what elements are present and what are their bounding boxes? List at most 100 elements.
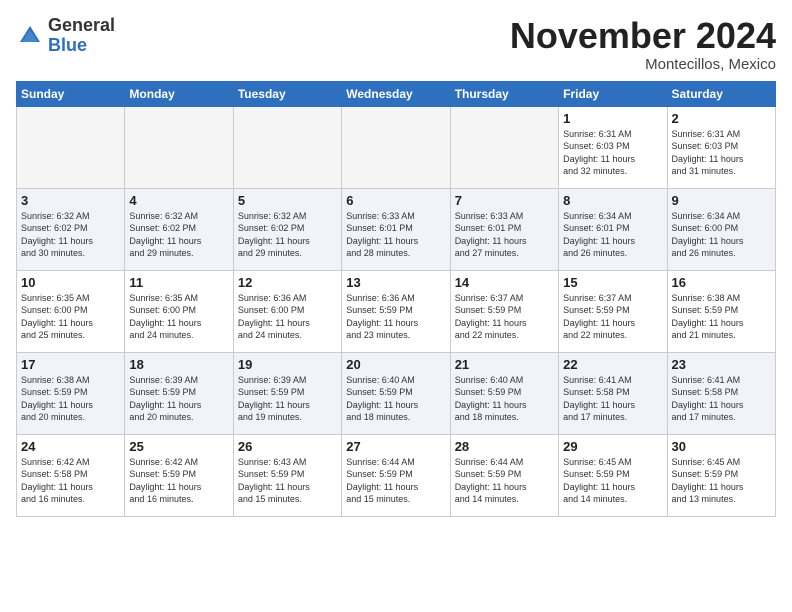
day-info: Sunrise: 6:36 AM Sunset: 5:59 PM Dayligh… [346,292,445,342]
day-info: Sunrise: 6:35 AM Sunset: 6:00 PM Dayligh… [129,292,228,342]
calendar-cell: 10 Sunrise: 6:35 AM Sunset: 6:00 PM Dayli… [17,270,125,352]
day-number: 30 [672,439,771,454]
day-number: 21 [455,357,554,372]
calendar-cell [233,106,341,188]
day-info: Sunrise: 6:31 AM Sunset: 6:03 PM Dayligh… [672,128,771,178]
title-block: November 2024 Montecillos, Mexico [510,16,776,73]
page-header: General Blue November 2024 Montecillos, … [16,16,776,73]
calendar-cell: 22 Sunrise: 6:41 AM Sunset: 5:58 PM Dayli… [559,352,667,434]
calendar-cell: 17 Sunrise: 6:38 AM Sunset: 5:59 PM Dayli… [17,352,125,434]
day-info: Sunrise: 6:39 AM Sunset: 5:59 PM Dayligh… [238,374,337,424]
day-number: 24 [21,439,120,454]
day-number: 2 [672,111,771,126]
calendar-week-row: 24 Sunrise: 6:42 AM Sunset: 5:58 PM Dayli… [17,434,776,516]
day-info: Sunrise: 6:34 AM Sunset: 6:01 PM Dayligh… [563,210,662,260]
day-info: Sunrise: 6:39 AM Sunset: 5:59 PM Dayligh… [129,374,228,424]
calendar-cell [342,106,450,188]
calendar-cell: 6Sunrise: 6:33 AM Sunset: 6:01 PM Daylig… [342,188,450,270]
calendar-cell: 4 Sunrise: 6:32 AM Sunset: 6:02 PM Daylig… [125,188,233,270]
day-info: Sunrise: 6:45 AM Sunset: 5:59 PM Dayligh… [672,456,771,506]
logo-icon [16,22,44,50]
header-row: SundayMondayTuesdayWednesdayThursdayFrid… [17,81,776,106]
col-header-wednesday: Wednesday [342,81,450,106]
col-header-tuesday: Tuesday [233,81,341,106]
day-number: 29 [563,439,662,454]
calendar-cell: 15 Sunrise: 6:37 AM Sunset: 5:59 PM Dayli… [559,270,667,352]
calendar-cell: 14 Sunrise: 6:37 AM Sunset: 5:59 PM Dayli… [450,270,558,352]
day-number: 5 [238,193,337,208]
day-info: Sunrise: 6:45 AM Sunset: 5:59 PM Dayligh… [563,456,662,506]
day-info: Sunrise: 6:35 AM Sunset: 6:00 PM Dayligh… [21,292,120,342]
day-info: Sunrise: 6:41 AM Sunset: 5:58 PM Dayligh… [563,374,662,424]
day-info: Sunrise: 6:33 AM Sunset: 6:01 PM Dayligh… [455,210,554,260]
calendar-week-row: 10 Sunrise: 6:35 AM Sunset: 6:00 PM Dayli… [17,270,776,352]
day-info: Sunrise: 6:37 AM Sunset: 5:59 PM Dayligh… [563,292,662,342]
day-number: 7 [455,193,554,208]
day-number: 10 [21,275,120,290]
calendar-cell [450,106,558,188]
calendar-week-row: 17 Sunrise: 6:38 AM Sunset: 5:59 PM Dayli… [17,352,776,434]
day-info: Sunrise: 6:38 AM Sunset: 5:59 PM Dayligh… [21,374,120,424]
day-info: Sunrise: 6:40 AM Sunset: 5:59 PM Dayligh… [455,374,554,424]
day-info: Sunrise: 6:36 AM Sunset: 6:00 PM Dayligh… [238,292,337,342]
calendar-cell: 7 Sunrise: 6:33 AM Sunset: 6:01 PM Daylig… [450,188,558,270]
day-info: Sunrise: 6:32 AM Sunset: 6:02 PM Dayligh… [129,210,228,260]
day-number: 15 [563,275,662,290]
day-number: 8 [563,193,662,208]
calendar-cell: 13 Sunrise: 6:36 AM Sunset: 5:59 PM Dayli… [342,270,450,352]
day-number: 4 [129,193,228,208]
day-number: 13 [346,275,445,290]
calendar-cell: 26 Sunrise: 6:43 AM Sunset: 5:59 PM Dayli… [233,434,341,516]
day-number: 28 [455,439,554,454]
day-number: 19 [238,357,337,372]
location: Montecillos, Mexico [510,56,776,73]
day-info: Sunrise: 6:32 AM Sunset: 6:02 PM Dayligh… [238,210,337,260]
calendar-cell: 11 Sunrise: 6:35 AM Sunset: 6:00 PM Dayli… [125,270,233,352]
calendar-cell: 18 Sunrise: 6:39 AM Sunset: 5:59 PM Dayli… [125,352,233,434]
calendar-cell [17,106,125,188]
day-info: Sunrise: 6:43 AM Sunset: 5:59 PM Dayligh… [238,456,337,506]
calendar-cell: 5 Sunrise: 6:32 AM Sunset: 6:02 PM Daylig… [233,188,341,270]
day-number: 26 [238,439,337,454]
month-title: November 2024 [510,16,776,56]
day-number: 18 [129,357,228,372]
col-header-monday: Monday [125,81,233,106]
day-number: 22 [563,357,662,372]
day-number: 9 [672,193,771,208]
logo-general-text: General [48,15,115,35]
day-info: Sunrise: 6:44 AM Sunset: 5:59 PM Dayligh… [455,456,554,506]
calendar-cell: 2 Sunrise: 6:31 AM Sunset: 6:03 PM Daylig… [667,106,775,188]
day-number: 11 [129,275,228,290]
calendar-cell: 12Sunrise: 6:36 AM Sunset: 6:00 PM Dayli… [233,270,341,352]
day-number: 25 [129,439,228,454]
day-number: 20 [346,357,445,372]
calendar-cell: 28 Sunrise: 6:44 AM Sunset: 5:59 PM Dayli… [450,434,558,516]
calendar-cell: 23Sunrise: 6:41 AM Sunset: 5:58 PM Dayli… [667,352,775,434]
day-number: 17 [21,357,120,372]
day-info: Sunrise: 6:40 AM Sunset: 5:59 PM Dayligh… [346,374,445,424]
calendar-cell: 25 Sunrise: 6:42 AM Sunset: 5:59 PM Dayli… [125,434,233,516]
calendar-cell: 16 Sunrise: 6:38 AM Sunset: 5:59 PM Dayli… [667,270,775,352]
day-number: 14 [455,275,554,290]
day-number: 23 [672,357,771,372]
day-info: Sunrise: 6:37 AM Sunset: 5:59 PM Dayligh… [455,292,554,342]
calendar-week-row: 1Sunrise: 6:31 AM Sunset: 6:03 PM Daylig… [17,106,776,188]
day-info: Sunrise: 6:34 AM Sunset: 6:00 PM Dayligh… [672,210,771,260]
calendar-table: SundayMondayTuesdayWednesdayThursdayFrid… [16,81,776,517]
calendar-cell: 24 Sunrise: 6:42 AM Sunset: 5:58 PM Dayli… [17,434,125,516]
day-info: Sunrise: 6:42 AM Sunset: 5:59 PM Dayligh… [129,456,228,506]
day-number: 16 [672,275,771,290]
calendar-cell: 8 Sunrise: 6:34 AM Sunset: 6:01 PM Daylig… [559,188,667,270]
day-info: Sunrise: 6:42 AM Sunset: 5:58 PM Dayligh… [21,456,120,506]
day-info: Sunrise: 6:38 AM Sunset: 5:59 PM Dayligh… [672,292,771,342]
calendar-week-row: 3 Sunrise: 6:32 AM Sunset: 6:02 PM Daylig… [17,188,776,270]
calendar-cell: 29 Sunrise: 6:45 AM Sunset: 5:59 PM Dayli… [559,434,667,516]
calendar-cell: 3Sunrise: 6:32 AM Sunset: 6:02 PM Daylig… [17,188,125,270]
calendar-cell: 30 Sunrise: 6:45 AM Sunset: 5:59 PM Dayli… [667,434,775,516]
calendar-cell: 20 Sunrise: 6:40 AM Sunset: 5:59 PM Dayli… [342,352,450,434]
day-info: Sunrise: 6:44 AM Sunset: 5:59 PM Dayligh… [346,456,445,506]
day-number: 27 [346,439,445,454]
logo: General Blue [16,16,115,56]
day-number: 3 [21,193,120,208]
calendar-cell: 1Sunrise: 6:31 AM Sunset: 6:03 PM Daylig… [559,106,667,188]
